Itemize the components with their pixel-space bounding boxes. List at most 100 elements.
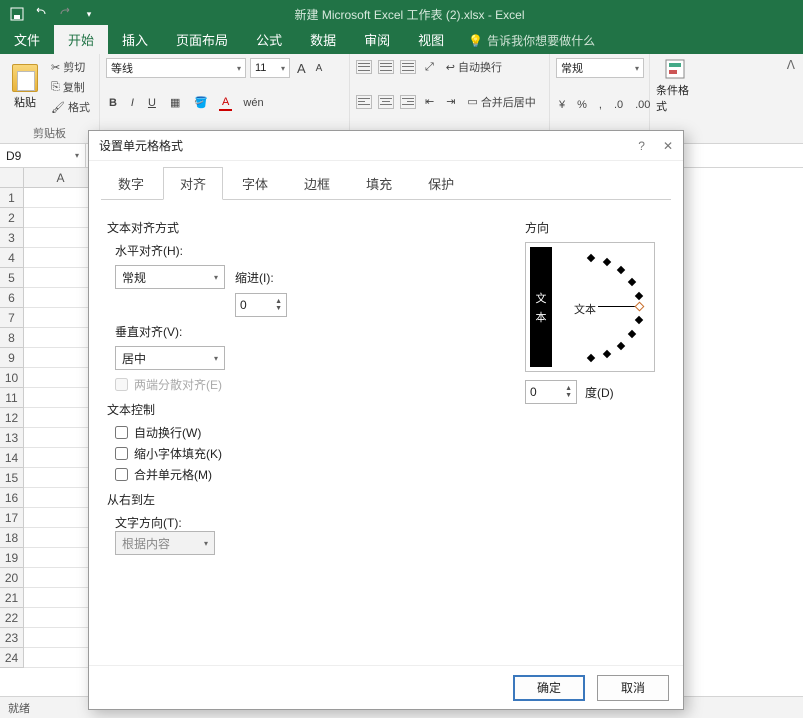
row-header[interactable]: 13 [0,428,24,448]
row-header[interactable]: 22 [0,608,24,628]
align-right-icon[interactable] [400,95,416,109]
underline-button[interactable]: U [145,96,159,110]
row-header[interactable]: 12 [0,408,24,428]
name-box[interactable]: D9 ▾ [0,144,86,167]
cell[interactable] [24,488,98,508]
row-header[interactable]: 18 [0,528,24,548]
ribbon-collapse-icon[interactable]: ᐱ [787,58,795,72]
align-middle-icon[interactable] [378,60,394,74]
copy-button[interactable]: ⎘复制 [48,78,93,96]
tab-number[interactable]: 数字 [101,167,161,200]
cell[interactable] [24,308,98,328]
phonetic-button[interactable]: wén [240,96,266,110]
row-header[interactable]: 20 [0,568,24,588]
row-header[interactable]: 3 [0,228,24,248]
row-header[interactable]: 1 [0,188,24,208]
merge-button[interactable]: ▭合并后居中 [464,93,538,111]
increase-font-icon[interactable]: A [294,60,309,77]
spin-down-icon[interactable]: ▼ [275,305,282,312]
text-direction-select[interactable]: 根据内容▾ [115,531,215,555]
column-header[interactable]: A [24,168,98,188]
tab-home[interactable]: 开始 [54,25,108,54]
font-name-select[interactable]: 等线▾ [106,58,246,78]
row-header[interactable]: 4 [0,248,24,268]
tab-review[interactable]: 审阅 [350,25,404,54]
increase-decimal-icon[interactable]: .0 [611,98,626,112]
tab-fill[interactable]: 填充 [349,167,409,200]
align-left-icon[interactable] [356,95,372,109]
align-top-icon[interactable] [356,60,372,74]
merge-cells-checkbox[interactable]: 合并单元格(M) [115,466,505,483]
row-header[interactable]: 7 [0,308,24,328]
row-header[interactable]: 19 [0,548,24,568]
wrap-checkbox-input[interactable] [115,426,128,439]
row-header[interactable]: 21 [0,588,24,608]
wrap-text-button[interactable]: ↩自动换行 [443,58,505,76]
bold-button[interactable]: B [106,96,120,110]
tab-file[interactable]: 文件 [0,25,54,54]
row-header[interactable]: 11 [0,388,24,408]
close-icon[interactable]: ✕ [663,139,673,153]
tab-data[interactable]: 数据 [296,25,350,54]
row-header[interactable]: 8 [0,328,24,348]
cell[interactable] [24,288,98,308]
font-color-button[interactable]: A [219,95,232,111]
cut-button[interactable]: ✂剪切 [48,58,93,76]
align-bottom-icon[interactable] [400,60,416,74]
indent-spinner[interactable]: 0 ▲▼ [235,293,287,317]
border-button[interactable]: ▦ [167,95,183,110]
orientation-control[interactable]: 文本 文本 [525,242,655,372]
cell[interactable] [24,328,98,348]
cell[interactable] [24,468,98,488]
number-format-select[interactable]: 常规▾ [556,58,644,78]
cell[interactable] [24,228,98,248]
cell[interactable] [24,588,98,608]
row-header[interactable]: 14 [0,448,24,468]
degrees-spinner[interactable]: 0 ▲▼ [525,380,577,404]
tab-protection[interactable]: 保护 [411,167,471,200]
cell[interactable] [24,428,98,448]
tab-font[interactable]: 字体 [225,167,285,200]
shrink-fit-checkbox[interactable]: 缩小字体填充(K) [115,445,505,462]
tab-view[interactable]: 视图 [404,25,458,54]
save-icon[interactable] [10,7,24,21]
select-all-corner[interactable] [0,168,24,188]
help-icon[interactable]: ? [638,139,645,153]
row-header[interactable]: 24 [0,648,24,668]
tell-me-search[interactable]: 💡 告诉我你想要做什么 [458,27,605,54]
tab-insert[interactable]: 插入 [108,25,162,54]
cell[interactable] [24,268,98,288]
tab-page-layout[interactable]: 页面布局 [162,25,242,54]
cell[interactable] [24,188,98,208]
align-center-icon[interactable] [378,95,394,109]
spin-down-icon[interactable]: ▼ [565,392,572,399]
cancel-button[interactable]: 取消 [597,675,669,701]
spin-up-icon[interactable]: ▲ [275,298,282,305]
row-header[interactable]: 15 [0,468,24,488]
percent-icon[interactable]: % [574,98,590,112]
wrap-text-checkbox[interactable]: 自动换行(W) [115,424,505,441]
orientation-icon[interactable]: ⤢ [422,60,437,75]
row-header[interactable]: 10 [0,368,24,388]
row-header[interactable]: 6 [0,288,24,308]
merge-checkbox-input[interactable] [115,468,128,481]
conditional-format-button[interactable]: 条件格式 [656,58,694,114]
cell[interactable] [24,388,98,408]
tab-border[interactable]: 边框 [287,167,347,200]
decrease-indent-icon[interactable]: ⇤ [422,94,437,109]
tab-formula[interactable]: 公式 [242,25,296,54]
comma-icon[interactable]: , [596,98,605,112]
cell[interactable] [24,628,98,648]
cell[interactable] [24,448,98,468]
cell[interactable] [24,348,98,368]
redo-icon[interactable] [58,7,72,21]
ok-button[interactable]: 确定 [513,675,585,701]
cell[interactable] [24,648,98,668]
row-header[interactable]: 23 [0,628,24,648]
cell[interactable] [24,568,98,588]
orientation-handle[interactable] [635,302,645,312]
format-painter-button[interactable]: 🖌格式 [48,98,93,116]
shrink-checkbox-input[interactable] [115,447,128,460]
row-header[interactable]: 9 [0,348,24,368]
row-header[interactable]: 16 [0,488,24,508]
